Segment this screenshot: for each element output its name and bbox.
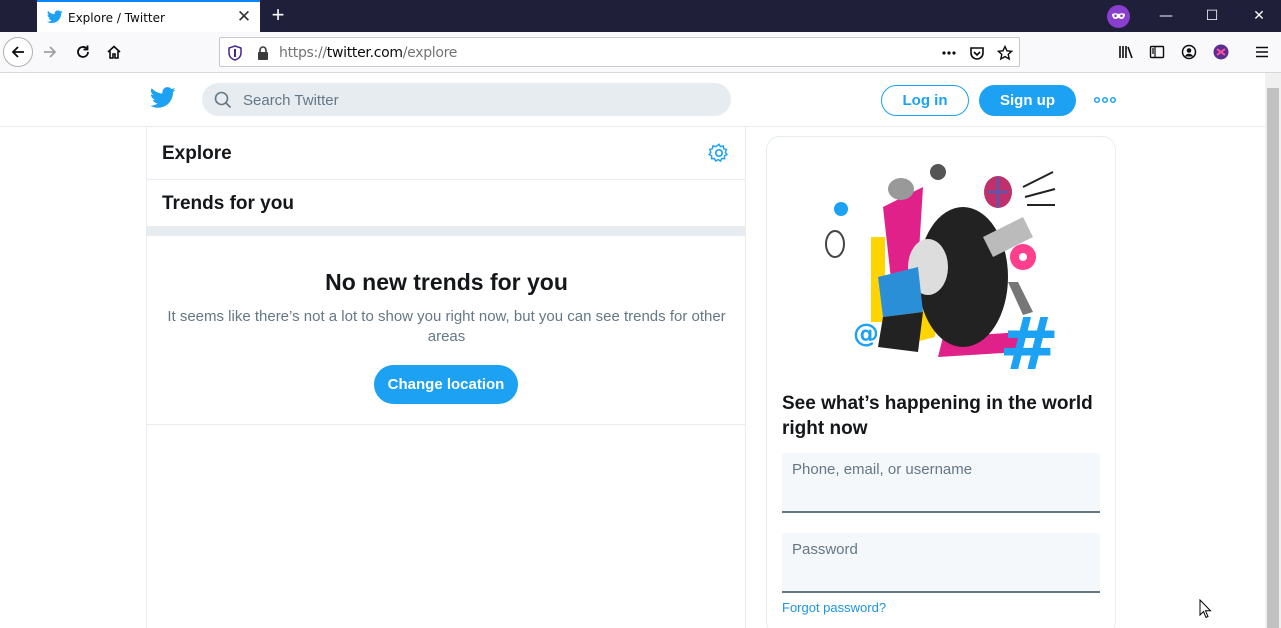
section-divider [147,226,746,236]
window-close-icon[interactable]: ✕ [1249,6,1269,26]
pocket-icon[interactable] [969,45,985,61]
gear-icon[interactable] [708,142,730,164]
reload-icon [77,45,89,58]
sidebar-toggle-button[interactable] [1144,39,1170,65]
search-input[interactable]: Search Twitter [202,83,731,116]
mouse-pointer-icon [1199,599,1212,619]
more-dots-icon[interactable] [1093,93,1117,107]
extension-icon [1213,44,1229,60]
new-tab-icon[interactable]: + [268,4,288,26]
search-placeholder: Search Twitter [243,92,339,109]
explore-header: Explore [147,127,746,180]
svg-text:#: # [999,302,1059,372]
trends-header: Trends for you [147,180,746,226]
happening-illustration-icon: @ # [825,164,1059,372]
password-field[interactable]: Password [782,533,1100,593]
scrollbar-thumb[interactable] [1267,88,1279,628]
title-bar: Explore / Twitter ✕ + — ☐ ✕ [0,0,1281,32]
home-icon [107,45,121,59]
account-icon [1181,44,1197,60]
navigation-toolbar: https://twitter.com/explore [0,32,1281,73]
twitter-favicon-icon [47,10,63,23]
empty-trends-state: No new trends for you It seems like ther… [147,236,746,425]
account-button[interactable] [1176,39,1202,65]
bookmark-star-icon[interactable] [997,45,1013,61]
empty-description: It seems like there’s not a lot to show … [167,308,726,345]
page-actions-icon[interactable] [941,45,957,61]
browser-tab[interactable]: Explore / Twitter ✕ [37,0,260,32]
forgot-password-link[interactable]: Forgot password? [782,600,886,615]
trends-title: Trends for you [162,193,294,214]
page-title: Explore [162,143,232,164]
tracking-protection-shield-icon[interactable] [227,45,243,61]
forward-arrow-icon [44,46,57,58]
password-label: Password [792,541,858,558]
site-header: Search Twitter Log in Sign up [0,73,1265,127]
menu-button[interactable] [1249,39,1275,65]
twitter-logo-icon[interactable] [150,87,176,109]
empty-title: No new trends for you [325,269,568,295]
username-field[interactable]: Phone, email, or username [782,453,1100,513]
sidebar-headline: See what’s happening in the world right … [782,393,1093,439]
sidebar-icon [1149,45,1165,59]
library-icon [1119,46,1133,59]
username-label: Phone, email, or username [792,461,973,478]
login-button[interactable]: Log in [881,85,969,116]
private-browsing-icon [1107,5,1130,28]
search-icon [214,91,232,109]
home-button[interactable] [101,39,127,65]
back-arrow-icon [11,46,24,58]
svg-text:@: @ [853,319,879,349]
forward-button[interactable] [37,39,63,65]
signup-button[interactable]: Sign up [979,85,1076,116]
maximize-icon[interactable]: ☐ [1202,6,1222,26]
url-text: https://twitter.com/explore [279,45,458,61]
browser-window: Explore / Twitter ✕ + — ☐ ✕ https://twit… [0,0,1281,628]
back-button[interactable] [3,37,33,67]
hamburger-menu-icon [1256,46,1268,58]
library-button[interactable] [1113,39,1139,65]
lock-icon[interactable] [255,45,271,61]
login-sidebar: @ # See what’s happening in the world ri… [766,136,1116,628]
explore-column: Explore Trends for you No new trends for… [146,127,746,628]
tab-title: Explore / Twitter [68,11,165,25]
minimize-icon[interactable]: — [1156,6,1176,26]
tab-close-icon[interactable]: ✕ [236,8,252,26]
address-bar[interactable]: https://twitter.com/explore [219,37,1020,67]
reload-button[interactable] [70,39,96,65]
web-page: Search Twitter Log in Sign up Explore Tr… [0,73,1265,628]
extension-button[interactable] [1208,39,1234,65]
change-location-button[interactable]: Change location [374,365,518,404]
